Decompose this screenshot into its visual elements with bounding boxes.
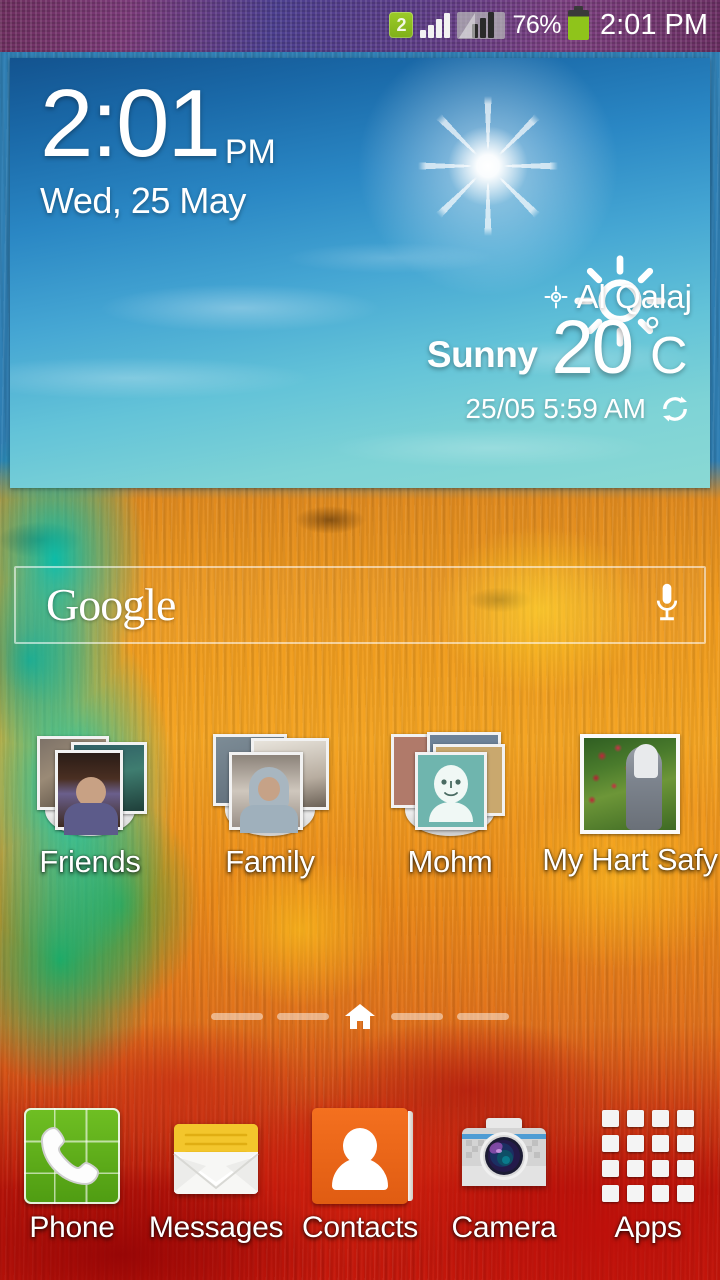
contact-stack-icon <box>387 732 513 836</box>
dock-item-label: Messages <box>148 1211 284 1244</box>
default-avatar-icon <box>429 765 473 823</box>
envelope-icon <box>173 1124 259 1194</box>
home-item-my-hart-safy[interactable]: My Hart Safy <box>540 730 720 890</box>
battery-percent-label: 76% <box>512 10 561 39</box>
stack-photo <box>415 752 487 830</box>
page-indicator[interactable] <box>0 1000 720 1032</box>
home-item-label: My Hart Safy <box>542 842 718 877</box>
stack-photo <box>229 752 303 833</box>
widget-clock-time: 2:01 <box>40 70 221 177</box>
contacts-icon <box>312 1108 413 1204</box>
dock-item-label: Camera <box>451 1211 557 1244</box>
home-screen: 2 76% 2:01 PM 2:01 PM Wed, 25 May Al Qal… <box>0 0 720 1280</box>
location-pin-icon <box>544 285 568 309</box>
dock-item-apps[interactable]: Apps <box>576 1108 720 1268</box>
weather-main-row: Sunny 20 ° C <box>426 305 692 390</box>
weather-condition-label: Sunny <box>426 334 538 375</box>
weather-updated-row[interactable]: 25/05 5:59 AM <box>427 392 692 426</box>
home-item-label: Friends <box>39 844 141 879</box>
apps-grid-icon <box>600 1108 696 1204</box>
google-logo: Google <box>46 578 176 630</box>
photo-frame-icon <box>580 734 680 834</box>
camera-icon <box>462 1118 546 1186</box>
home-item-label: Family <box>225 844 315 879</box>
weather-updated-label: 25/05 5:59 AM <box>465 393 646 424</box>
dock-item-label: Apps <box>614 1211 682 1244</box>
dock-item-phone[interactable]: Phone <box>0 1108 144 1268</box>
stack-photo <box>55 750 123 835</box>
weather-info[interactable]: Al Qalaj Sunny 20 ° C 25/05 5:59 AM <box>427 278 692 426</box>
phone-icon <box>24 1108 120 1204</box>
home-item-mohm[interactable]: Mohm <box>360 730 540 890</box>
home-item-label: Mohm <box>407 844 493 879</box>
status-bar-clock: 2:01 PM <box>600 8 708 41</box>
microphone-icon[interactable] <box>652 581 682 629</box>
status-bar[interactable]: 2 76% 2:01 PM <box>0 0 720 50</box>
google-search-bar[interactable]: Google <box>14 566 706 644</box>
home-item-family[interactable]: Family <box>180 730 360 890</box>
page-dash[interactable] <box>277 1012 329 1020</box>
weather-unit-group: ° C <box>644 308 692 386</box>
home-item-friends[interactable]: Friends <box>0 730 180 890</box>
signal-bars-icon <box>420 12 451 38</box>
dock-item-contacts[interactable]: Contacts <box>288 1108 432 1268</box>
page-dash[interactable] <box>457 1012 509 1020</box>
dock-item-label: Phone <box>29 1211 115 1244</box>
folder-stack-icon <box>207 732 333 836</box>
weather-clock-widget[interactable]: 2:01 PM Wed, 25 May Al Qalaj Sunny 20 ° … <box>10 58 710 488</box>
page-dash[interactable] <box>391 1012 443 1020</box>
weather-temperature-value: 20 <box>551 305 634 390</box>
page-dash[interactable] <box>211 1012 263 1020</box>
widget-date: Wed, 25 May <box>40 180 246 221</box>
widget-clock-ampm: PM <box>224 133 276 171</box>
dock-item-label: Contacts <box>302 1211 418 1244</box>
sun-glow-decoration <box>418 96 558 236</box>
home-icon-row: Friends Family Mohm My Hart Safy <box>0 730 720 890</box>
refresh-icon[interactable] <box>658 392 692 426</box>
dock: Phone Messages Contacts Camera Apps <box>0 1108 720 1268</box>
dock-item-messages[interactable]: Messages <box>144 1108 288 1268</box>
sim-badge-icon: 2 <box>389 12 414 38</box>
folder-stack-icon <box>27 732 153 836</box>
signal-bars-sim2-icon <box>457 11 506 39</box>
weather-unit-label: C <box>650 327 688 385</box>
widget-clock[interactable]: 2:01 PM Wed, 25 May <box>40 76 276 222</box>
dock-item-camera[interactable]: Camera <box>432 1108 576 1268</box>
battery-icon <box>568 6 589 40</box>
home-icon[interactable] <box>343 1001 377 1031</box>
